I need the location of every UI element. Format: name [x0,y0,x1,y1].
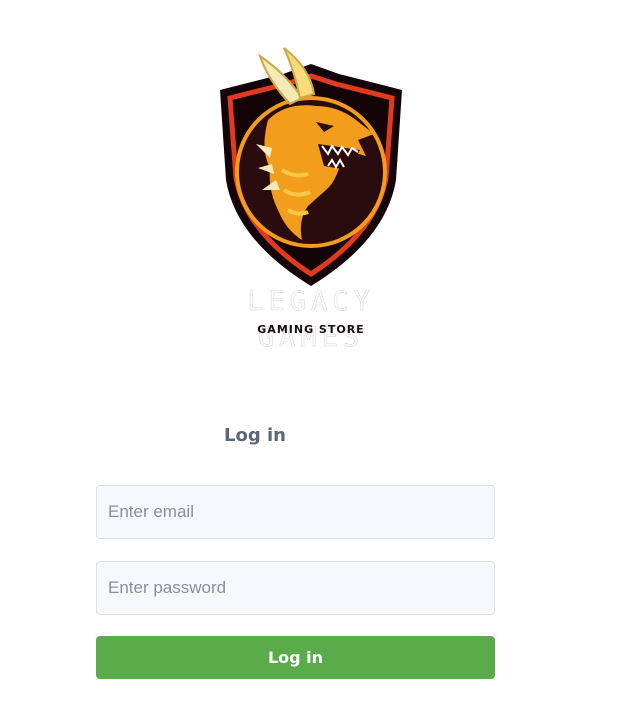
login-page: LEGACY GAMES GAMING STORE Log in Log in [0,0,622,718]
dragon-shield-icon [220,47,402,286]
password-input[interactable] [96,561,495,615]
login-button[interactable]: Log in [96,636,495,679]
brand-title: LEGACY GAMES [247,286,375,354]
brand-subtitle: GAMING STORE [257,323,365,336]
email-input[interactable] [96,485,495,539]
login-heading: Log in [224,425,286,446]
